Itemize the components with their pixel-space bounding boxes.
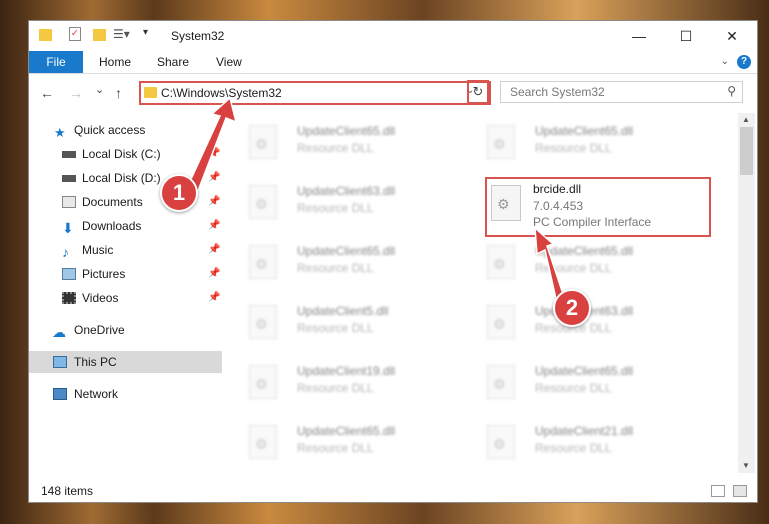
- annotation-arrows: [185, 96, 568, 314]
- callout-2: 2: [553, 289, 591, 327]
- callout-1: 1: [160, 174, 198, 212]
